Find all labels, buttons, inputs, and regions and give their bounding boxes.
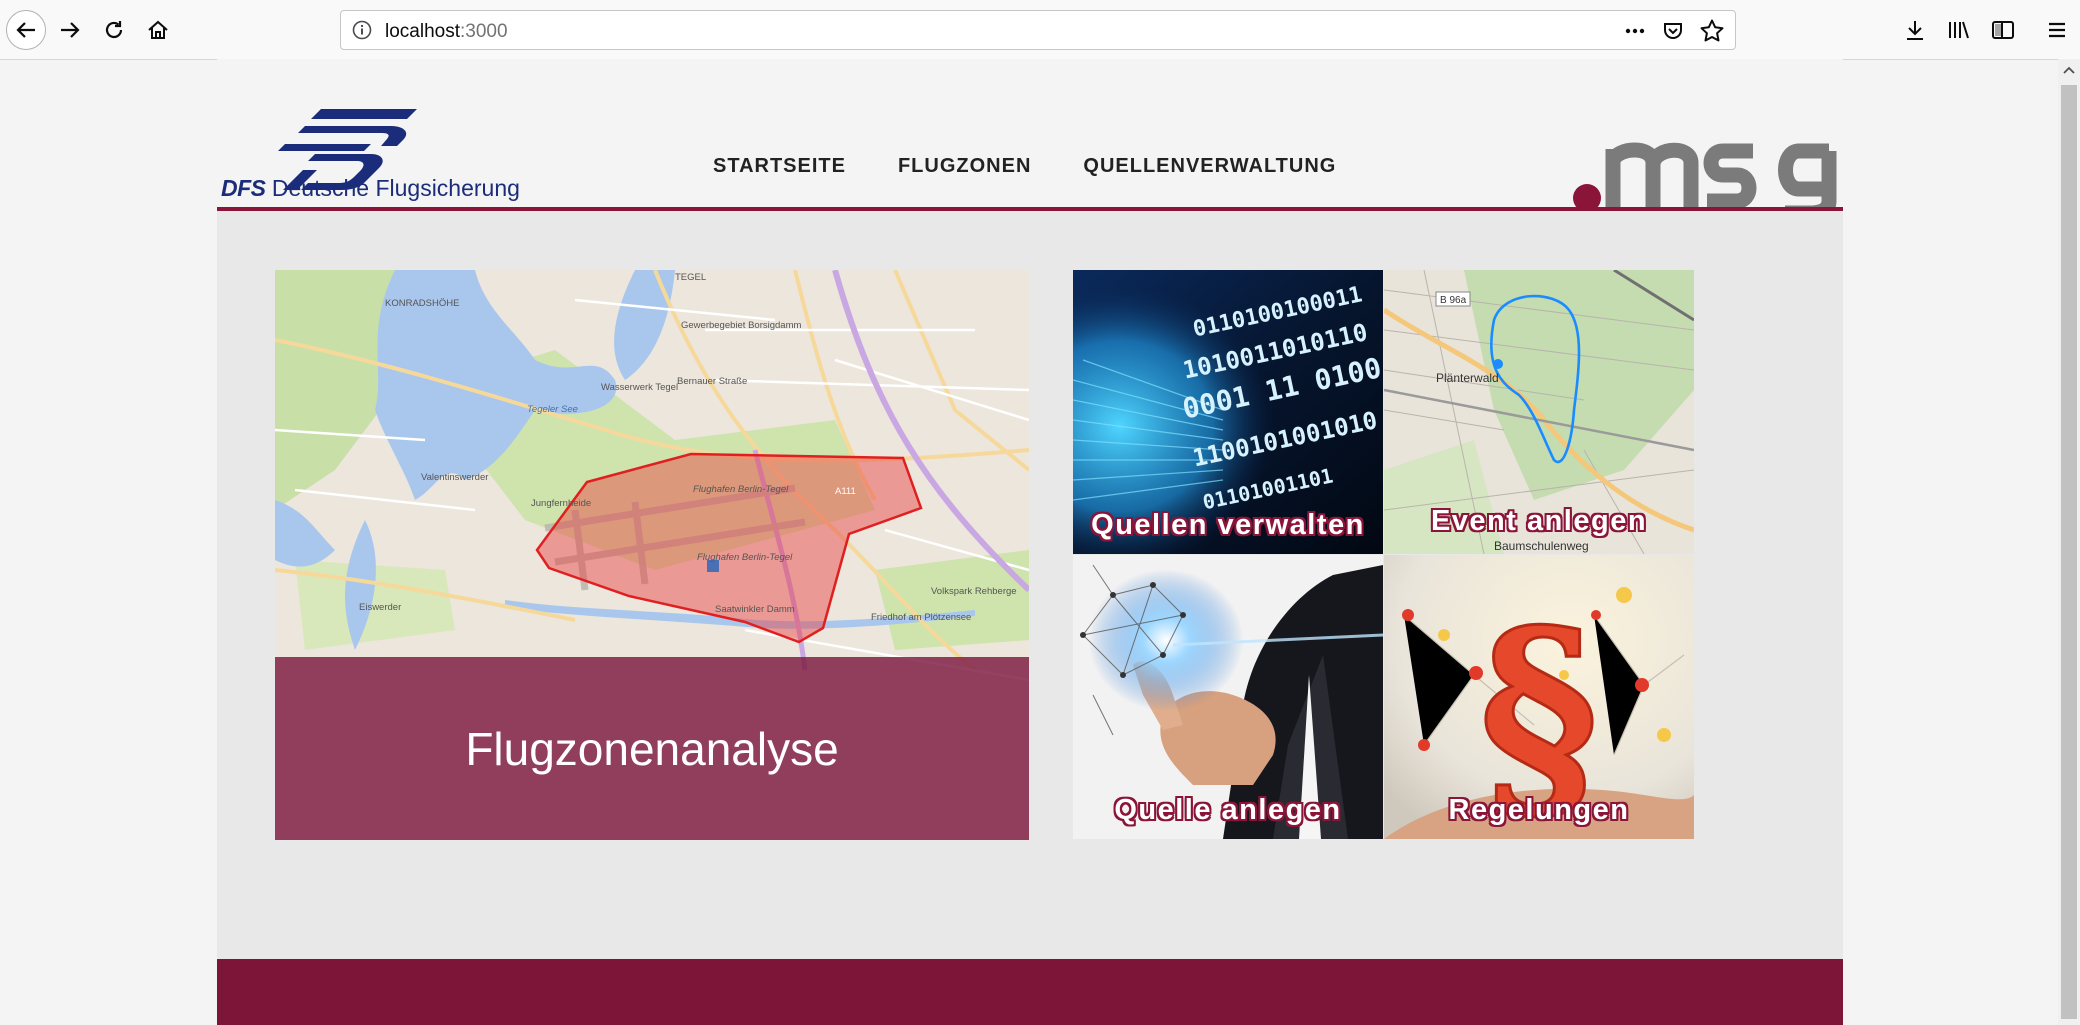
map-label-volkspark: Volkspark Rehberge (931, 586, 1017, 597)
dfs-logo-bold: DFS (221, 175, 266, 201)
url-text[interactable]: localhost:3000 (385, 21, 508, 43)
tile-quelle-anlegen[interactable]: Quelle anlegen (1073, 555, 1383, 839)
back-button[interactable] (6, 10, 46, 50)
library-icon (1949, 21, 1969, 39)
map-label-tegel: TEGEL (675, 272, 706, 283)
star-icon[interactable] (1699, 18, 1725, 49)
msg-logo-icon[interactable] (1567, 119, 1843, 215)
main-content: Tegeler See Flughafen Berlin-Tegel Flugh… (217, 211, 1843, 959)
forward-icon (61, 22, 80, 38)
tile-regelungen[interactable]: § Regelungen (1384, 555, 1694, 839)
map-label-saatwinkler: Saatwinkler Damm (715, 604, 795, 615)
event-map-sublabel: Baumschulenweg (1494, 539, 1589, 553)
browser-toolbar: localhost:3000 (0, 0, 2080, 60)
scroll-up-icon[interactable] (2058, 59, 2080, 81)
tile-regelungen-label: Regelungen (1448, 794, 1630, 826)
nav-flugzonen[interactable]: FLUGZONEN (898, 155, 1031, 178)
event-map-place: Plänterwald (1436, 371, 1499, 385)
menu-icon (2049, 22, 2065, 38)
tile-quelle-anlegen-label: Quelle anlegen (1114, 794, 1342, 826)
nav-startseite[interactable]: STARTSEITE (713, 155, 846, 178)
download-button[interactable] (1898, 13, 1932, 47)
dfs-logo-text[interactable]: DFS Deutsche Flugsicherung (221, 175, 520, 202)
map-label-jungfernheide: Jungfernheide (531, 498, 591, 509)
forward-button[interactable] (52, 12, 88, 48)
map-label-konradshoehe: KONRADSHÖHE (385, 298, 459, 309)
library-button[interactable] (1942, 13, 1976, 47)
back-icon (16, 22, 35, 38)
sidebar-button[interactable] (1986, 13, 2020, 47)
scroll-thumb[interactable] (2061, 85, 2077, 1019)
map-label-bernauer: Bernauer Straße (677, 376, 747, 387)
map-label-wasserwerk: Wasserwerk Tegel (601, 382, 678, 393)
url-port: :3000 (460, 21, 508, 42)
sidebar-icon (1992, 21, 2014, 39)
reload-button[interactable] (96, 12, 132, 48)
map-label-terminal: Flughafen Berlin-Tegel (697, 552, 793, 563)
tile-quellen-verwalten[interactable]: 0110100100011 1010011010110 0001 11 0100… (1073, 270, 1383, 554)
site-footer (217, 959, 1843, 1025)
map-label-eiswerder: Eiswerder (359, 602, 401, 613)
pocket-icon[interactable] (1661, 19, 1685, 48)
map-label-tegeler-see: Tegeler See (527, 404, 578, 415)
info-icon[interactable] (351, 19, 373, 46)
main-nav: STARTSEITE FLUGZONEN QUELLENVERWALTUNG (713, 155, 1336, 178)
map-label-borsigdamm: Gewerbegebiet Borsigdamm (681, 320, 801, 331)
vertical-scrollbar[interactable] (2058, 59, 2080, 1025)
dfs-logo-name: Deutsche Flugsicherung (265, 175, 520, 201)
url-host: localhost (385, 21, 460, 42)
map-label-a111: A111 (835, 486, 856, 497)
nav-quellenverwaltung[interactable]: QUELLENVERWALTUNG (1083, 155, 1336, 178)
flugzonen-card-overlay[interactable]: Flugzonenanalyse (275, 657, 1029, 840)
site-header: DFS Deutsche Flugsicherung STARTSEITE FL… (217, 59, 1843, 215)
download-icon (1907, 21, 1923, 40)
flugzonen-card-title: Flugzonenanalyse (465, 722, 839, 775)
tile-event-anlegen[interactable]: B 96a Plänterwald Baumschulenweg Event a… (1384, 270, 1694, 554)
menu-button[interactable] (2040, 13, 2074, 47)
home-button[interactable] (140, 12, 176, 48)
event-map-road: B 96a (1440, 295, 1467, 306)
reload-icon (105, 21, 123, 39)
tile-quellen-verwalten-label: Quellen verwalten (1091, 509, 1365, 541)
home-icon (148, 20, 168, 39)
map-label-friedhof: Friedhof am Plötzensee (871, 612, 971, 623)
more-icon[interactable] (1623, 19, 1647, 48)
tile-event-anlegen-label: Event anlegen (1430, 505, 1648, 537)
flugzonen-card[interactable]: Tegeler See Flughafen Berlin-Tegel Flugh… (275, 270, 1029, 840)
map-label-airport: Flughafen Berlin-Tegel (693, 484, 789, 495)
map-label-valentinswerder: Valentinswerder (421, 472, 488, 483)
page: DFS Deutsche Flugsicherung STARTSEITE FL… (217, 59, 1843, 1025)
url-bar[interactable]: localhost:3000 (340, 10, 1736, 50)
